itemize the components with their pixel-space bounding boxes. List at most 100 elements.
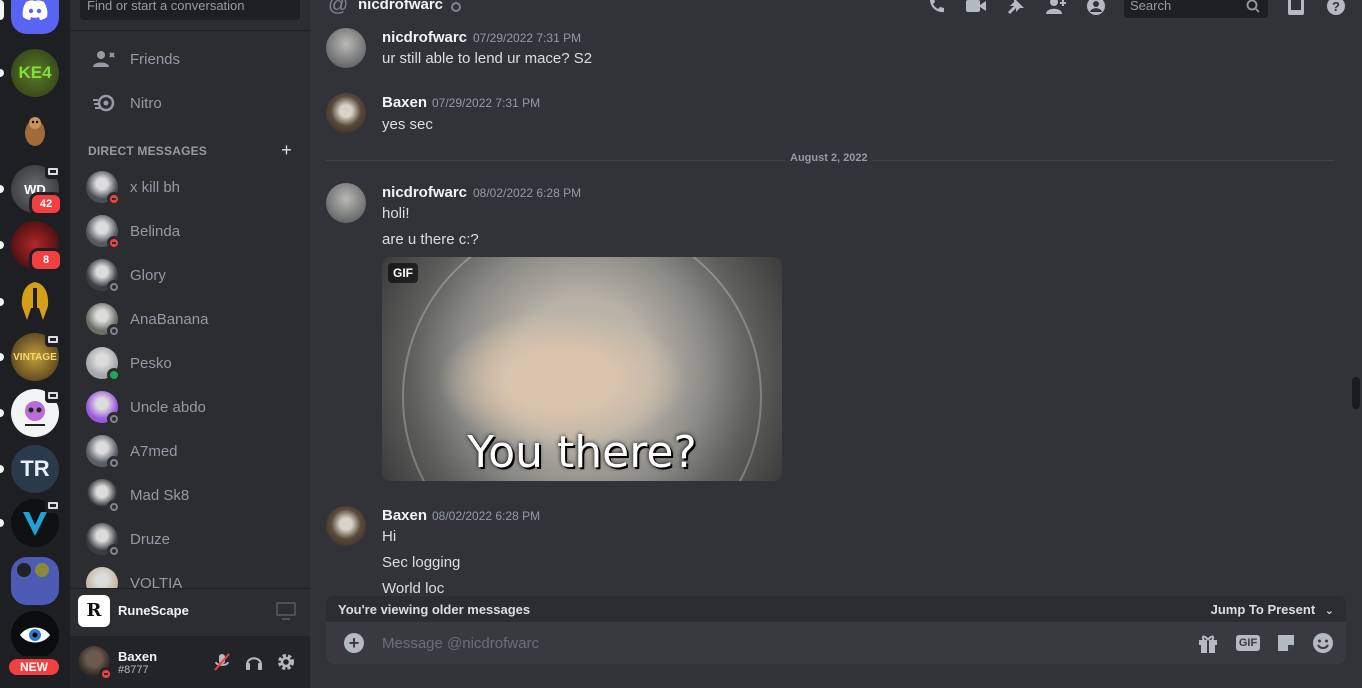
dm-item[interactable]: Uncle abdo: [78, 386, 302, 428]
dm-name: A7med: [130, 442, 178, 460]
unread-indicator: [0, 353, 4, 361]
message-timestamp: 07/29/2022 7:31 PM: [473, 31, 582, 45]
author-avatar[interactable]: [326, 506, 366, 546]
offline-status-icon: [107, 280, 121, 294]
channel-title: nicdrofwarc: [358, 0, 444, 13]
help-button[interactable]: ?: [1324, 0, 1348, 18]
pinned-messages-button[interactable]: [1004, 0, 1028, 18]
new-badge[interactable]: NEW: [6, 656, 62, 678]
gif-picker-button[interactable]: GIF: [1235, 631, 1261, 655]
activity-panel: R RuneScape: [70, 588, 310, 632]
message-timestamp: 07/29/2022 7:31 PM: [432, 96, 541, 110]
server-tr[interactable]: TR: [0, 445, 59, 493]
message-input[interactable]: [382, 630, 1162, 656]
unread-indicator: [0, 69, 4, 77]
dm-name: Belinda: [130, 222, 181, 240]
inbox-icon: [1288, 0, 1304, 15]
dm-item[interactable]: Belinda: [78, 210, 302, 252]
voice-call-button[interactable]: [924, 0, 948, 18]
server-reina[interactable]: 8: [0, 221, 63, 272]
dm-avatar: [86, 391, 121, 426]
gif-embed[interactable]: GIF You there?: [382, 257, 782, 481]
user-settings-button[interactable]: [274, 650, 298, 674]
message-timestamp: 08/02/2022 6:28 PM: [473, 186, 582, 200]
author-name[interactable]: Baxen: [382, 94, 427, 111]
deafen-button[interactable]: [242, 650, 266, 674]
message-composer: + GIF: [326, 622, 1346, 664]
search-input[interactable]: Search: [1124, 0, 1268, 18]
muted-microphone-icon: [214, 653, 230, 671]
message-text: Hi: [382, 528, 397, 545]
inbox-button[interactable]: [1284, 0, 1308, 18]
sticker-button[interactable]: [1274, 631, 1298, 655]
dm-item[interactable]: Pesko: [78, 342, 302, 384]
server-folder[interactable]: [11, 557, 59, 605]
offline-status-icon: [107, 500, 121, 514]
chevron-down-icon: ⌄: [1324, 604, 1334, 617]
older-messages-bar[interactable]: You're viewing older messages Jump To Pr…: [326, 596, 1346, 622]
user-avatar[interactable]: [78, 646, 113, 681]
message-text: holi!: [382, 205, 410, 222]
eye-icon: [11, 611, 59, 659]
video-call-button[interactable]: [964, 0, 988, 18]
attach-plus-icon[interactable]: +: [344, 633, 364, 653]
dm-item[interactable]: Glory: [78, 254, 302, 296]
server-eye[interactable]: [11, 611, 59, 659]
mention-badge: 42: [29, 192, 63, 216]
author-name[interactable]: nicdrofwarc: [382, 29, 467, 46]
author-name[interactable]: nicdrofwarc: [382, 184, 467, 201]
user-panel[interactable]: Baxen #8777: [70, 636, 310, 688]
user-tag: #8777: [118, 663, 149, 676]
spartan-helmet-icon: [11, 278, 59, 326]
dnd-status-icon: [99, 667, 113, 681]
author-avatar[interactable]: [326, 93, 366, 133]
chat-scrollbar-thumb[interactable]: [1352, 377, 1360, 409]
server-v[interactable]: [0, 497, 61, 547]
add-friends-to-dm-button[interactable]: [1044, 0, 1068, 18]
dm-name: x kill bh: [130, 178, 181, 196]
dm-item[interactable]: AnaBanana: [78, 298, 302, 340]
video-activity-icon: [45, 387, 61, 403]
gift-icon: [1199, 635, 1217, 653]
unread-indicator: [0, 465, 4, 473]
offline-status-icon: [107, 544, 121, 558]
author-name[interactable]: Baxen: [382, 507, 427, 524]
author-avatar[interactable]: [326, 183, 366, 223]
mention-badge: 8: [29, 248, 63, 272]
date-divider-label: August 2, 2022: [786, 152, 872, 164]
server-dog[interactable]: [11, 107, 59, 155]
dnd-status-icon: [107, 192, 121, 206]
screen-share-icon[interactable]: [276, 601, 296, 620]
dm-item[interactable]: Mad Sk8: [78, 474, 302, 516]
mute-microphone-button[interactable]: [210, 650, 234, 674]
runescape-icon: R: [78, 594, 110, 627]
folder-icon: [11, 557, 59, 605]
message-text: ur still able to lend ur mace? S2: [382, 50, 593, 67]
server-spartan[interactable]: [0, 278, 59, 326]
emoji-button[interactable]: [1311, 631, 1335, 655]
dog-icon: [11, 107, 59, 155]
at-icon: @: [328, 0, 349, 16]
offline-status-icon: [451, 2, 461, 12]
server-pink-skull[interactable]: [0, 387, 61, 437]
gift-button[interactable]: [1196, 631, 1220, 655]
jump-to-present-button[interactable]: Jump To Present ⌄: [1211, 602, 1334, 617]
server-vintage[interactable]: VINTAGE: [0, 331, 61, 381]
smiley-icon: [1313, 633, 1333, 653]
sticker-icon: [1278, 635, 1294, 651]
add-user-icon: [1046, 0, 1066, 14]
server-ke4[interactable]: KE4: [0, 49, 59, 97]
video-activity-icon: [45, 497, 61, 513]
dm-item[interactable]: VOLTIA: [78, 562, 302, 588]
help-icon: ?: [1327, 0, 1345, 15]
dm-item[interactable]: Druze: [78, 518, 302, 560]
discord-home-button[interactable]: [0, 0, 59, 34]
user-profile-button[interactable]: [1084, 0, 1108, 18]
author-avatar[interactable]: [326, 28, 366, 68]
gear-icon: [278, 654, 294, 670]
headphones-icon: [246, 657, 262, 670]
dm-item[interactable]: x kill bh: [78, 166, 302, 208]
server-wd[interactable]: WD 42: [0, 163, 63, 216]
unread-indicator: [0, 241, 4, 249]
dm-item[interactable]: A7med: [78, 430, 302, 472]
